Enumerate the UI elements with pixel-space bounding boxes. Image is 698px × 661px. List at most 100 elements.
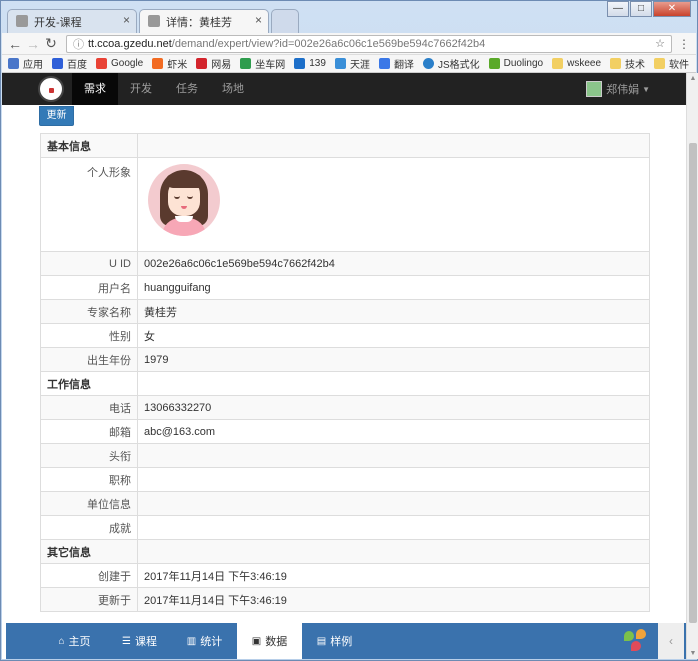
field-label: 创建于 [40, 563, 138, 588]
section-row-basic: 基本信息 [40, 133, 650, 158]
avatar-cell [137, 157, 650, 252]
field-value: 2017年11月14日 下午3:46:19 [137, 587, 650, 612]
browser-window: — □ ✕ 开发-课程 × 详情：黄桂芳 × ← → ↻ ⓘ tt.ccoa.g… [0, 0, 698, 661]
browser-menu-icon[interactable]: ⋮ [676, 37, 692, 51]
section-empty-cell [137, 133, 650, 158]
new-tab-button[interactable] [271, 9, 299, 33]
scroll-down-icon[interactable]: ▼ [687, 650, 698, 657]
detail-row-title: 头衔 [40, 443, 650, 468]
section-title: 工作信息 [40, 371, 138, 396]
bookmark-label: Google [111, 58, 144, 69]
bottom-nav-home[interactable]: ⌂ 主页 [42, 623, 107, 659]
bookmark-star-icon[interactable]: ☆ [655, 37, 665, 50]
google-icon [96, 58, 107, 69]
section-empty-cell [137, 371, 650, 396]
home-icon: ⌂ [58, 635, 65, 647]
forward-arrow-icon[interactable]: → [24, 36, 42, 52]
address-bar[interactable]: ⓘ tt.ccoa.gzedu.net/demand/expert/view?i… [66, 34, 672, 53]
maximize-button[interactable]: □ [630, 1, 652, 17]
url-host: tt.ccoa.gzedu.net [88, 37, 172, 50]
bookmark-duolingo[interactable]: Duolingo [488, 58, 543, 69]
browser-tab-detail[interactable]: 详情：黄桂芳 × [139, 9, 269, 33]
bus-icon [240, 58, 252, 69]
bookmark-jsformat[interactable]: JS格式化 [422, 56, 480, 71]
bookmark-label: 坐车网 [255, 60, 286, 71]
bookmark-tech[interactable]: 技术 [610, 56, 645, 71]
detail-row-achievement: 成就 [40, 515, 650, 540]
info-icon[interactable]: ⓘ [73, 36, 84, 52]
browser-toolbar: ← → ↻ ⓘ tt.ccoa.gzedu.net/demand/expert/… [2, 33, 696, 55]
nav-item-demand[interactable]: 需求 [72, 73, 118, 105]
bookmark-google[interactable]: Google [96, 58, 143, 69]
netease-icon [196, 58, 208, 69]
bookmark-139[interactable]: 139 [294, 58, 326, 69]
chevron-left-icon[interactable]: ‹ [658, 623, 684, 659]
close-window-button[interactable]: ✕ [653, 1, 691, 17]
section-title: 其它信息 [40, 539, 138, 564]
user-avatar [586, 81, 603, 97]
expert-detail-table: 基本信息 个人形象 U ID 002e26a6c06c1e569be594c76… [40, 133, 650, 612]
browser-tab-course[interactable]: 开发-课程 × [7, 9, 137, 33]
window-controls: — □ ✕ [606, 1, 691, 17]
bookmark-netease[interactable]: 网易 [196, 56, 231, 71]
field-label: 专家名称 [40, 299, 138, 324]
back-arrow-icon[interactable]: ← [6, 36, 24, 52]
field-label: 个人形象 [40, 157, 138, 252]
debug-toolbar: ‹ [620, 623, 686, 659]
minimize-button[interactable]: — [607, 1, 629, 17]
detail-row-email: 邮箱 abc@163.com [40, 419, 650, 444]
bookmark-label: 天涯 [349, 60, 370, 71]
field-value: huangguifang [137, 275, 650, 300]
scrollbar-thumb[interactable] [689, 143, 697, 623]
bookmark-xiami[interactable]: 虾米 [152, 56, 187, 71]
folder-icon [654, 58, 665, 69]
tab-strip: 开发-课程 × 详情：黄桂芳 × [7, 9, 301, 33]
section-row-work: 工作信息 [40, 371, 650, 396]
bottom-nav-sample[interactable]: ▤ 样例 [302, 623, 367, 659]
bookmark-tianya[interactable]: 天涯 [334, 56, 370, 71]
detail-row-created-at: 创建于 2017年11月14日 下午3:46:19 [40, 563, 650, 588]
close-tab-icon[interactable]: × [123, 13, 130, 27]
bookmark-label: 百度 [67, 60, 87, 71]
user-menu[interactable]: 郑伟娟 ▼ [586, 81, 650, 97]
bottom-nav-label: 主页 [68, 636, 91, 648]
bookmark-label: 技术 [625, 60, 645, 71]
nav-item-develop[interactable]: 开发 [118, 73, 164, 105]
url-path: /demand/expert/view?id=002e26a6c06c1e569… [171, 37, 486, 50]
bottom-nav-course[interactable]: ☰ 课程 [107, 623, 172, 659]
bookmark-software[interactable]: 软件 [654, 56, 689, 71]
xiami-icon [152, 58, 164, 69]
site-logo[interactable] [38, 76, 64, 102]
page-scrollbar[interactable]: ▲ ▼ [686, 73, 698, 659]
bottom-nav-data[interactable]: ▣ 数据 [237, 623, 302, 659]
update-button[interactable]: 更新 [39, 106, 74, 126]
bookmark-wskeee[interactable]: wskeee [552, 58, 601, 69]
bookmark-zuoche[interactable]: 坐车网 [240, 56, 285, 71]
bookmark-baidu[interactable]: 百度 [52, 56, 87, 71]
field-label: 用户名 [40, 275, 138, 300]
close-tab-icon[interactable]: × [255, 13, 262, 27]
field-label: 性别 [40, 323, 138, 348]
bookmark-label: 虾米 [167, 60, 188, 71]
bookmark-translate[interactable]: 翻译 [378, 56, 414, 71]
nav-item-task[interactable]: 任务 [164, 73, 210, 105]
field-value: 女 [137, 323, 650, 348]
nav-item-venue[interactable]: 场地 [210, 73, 256, 105]
bottom-nav-label: 课程 [134, 636, 157, 648]
bookmark-label: 139 [309, 58, 326, 69]
bookmark-label: JS格式化 [437, 60, 480, 71]
bottom-nav-label: 统计 [200, 636, 223, 648]
bookmark-label: wskeee [567, 58, 601, 69]
bookmarks-bar: 应用 百度 Google 虾米 网易 坐车网 139 天涯 翻译 JS格式化 D… [2, 55, 696, 73]
detail-row-updated-at: 更新于 2017年11月14日 下午3:46:19 [40, 587, 650, 612]
detail-row-username: 用户名 huangguifang [40, 275, 650, 300]
baidu-icon [52, 58, 63, 69]
scroll-up-icon[interactable]: ▲ [687, 75, 698, 82]
field-value [137, 491, 650, 516]
bookmark-apps[interactable]: 应用 [8, 56, 43, 71]
yii-logo-icon[interactable] [624, 629, 648, 653]
field-value [137, 515, 650, 540]
bottom-nav-stats[interactable]: ▥ 统计 [172, 623, 237, 659]
field-value [137, 467, 650, 492]
reload-icon[interactable]: ↻ [42, 35, 60, 52]
